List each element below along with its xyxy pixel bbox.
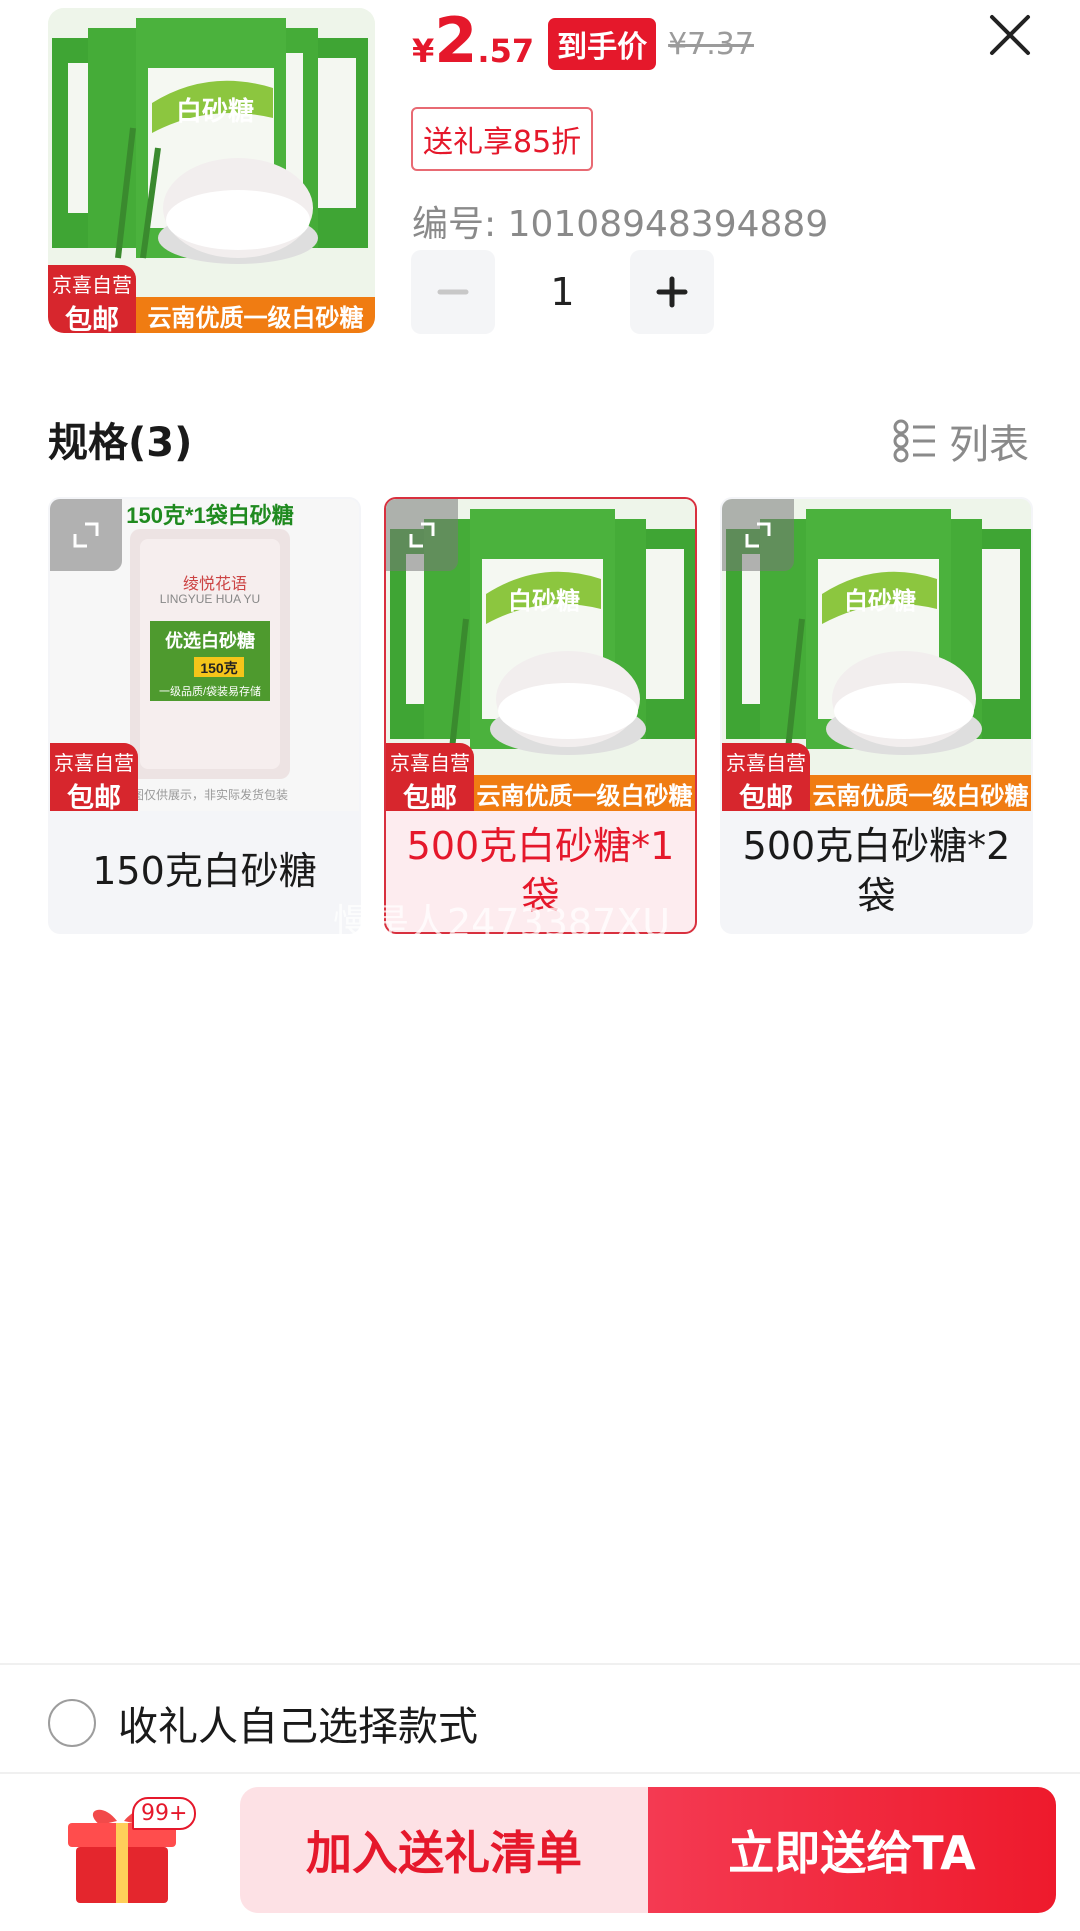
expand-image-button[interactable]	[386, 499, 458, 571]
bag-label: 白砂糖	[176, 96, 254, 126]
action-buttons: 加入送礼清单 立即送给TA	[240, 1787, 1056, 1913]
spec-option-500g-2bags[interactable]: 白砂糖 京喜自营 包邮 云南优质一级白砂糖 500克白砂糖*2袋	[720, 497, 1033, 934]
sku-number: 编号: 10108948394889	[412, 204, 829, 245]
pouch-title: 优选白砂糖	[165, 630, 255, 651]
close-button[interactable]	[975, 0, 1045, 70]
product-thumbnail[interactable]: 白砂糖 京喜自营 包邮 云南优质一级白砂糖	[48, 8, 375, 333]
recipient-choose-option[interactable]: 收礼人自己选择款式	[48, 1694, 478, 1752]
pouch-brand: 绫悦花语	[183, 575, 247, 593]
add-to-gift-list-button[interactable]: 加入送礼清单	[240, 1787, 648, 1913]
expand-image-button[interactable]	[50, 499, 122, 571]
final-price-tag: 到手价	[548, 18, 657, 70]
jd-self-operated-badge: 京喜自营 包邮	[50, 743, 138, 811]
divider	[0, 1772, 1080, 1774]
quantity-value[interactable]: 1	[518, 270, 608, 314]
pouch-disclaimer: 图仅供展示，非实际发货包装	[132, 787, 288, 802]
bag-label: 白砂糖	[508, 587, 580, 615]
spec-label: 500克白砂糖*2袋	[742, 824, 1011, 918]
expand-icon	[409, 522, 435, 548]
pouch-brand-en: LINGYUE HUA YU	[160, 592, 260, 606]
list-view-icon	[893, 419, 935, 463]
quantity-stepper: 1	[411, 250, 714, 334]
price-row: ¥ 2 .57 到手价 ¥7.37	[412, 10, 754, 90]
original-price: ¥7.37	[668, 27, 754, 62]
price-decimal: .57	[477, 32, 535, 70]
price-integer: 2	[434, 4, 478, 77]
spec-image-500g-2bags: 白砂糖 京喜自营 包邮 云南优质一级白砂糖	[722, 499, 1031, 811]
bag-label: 白砂糖	[844, 587, 916, 615]
spec-option-150g[interactable]: 图仅供展示，非实际发货包装 LINGYUE HUA YU 绫悦花语 优选白砂糖 …	[48, 497, 361, 934]
price-currency: ¥	[412, 32, 435, 70]
decrease-button[interactable]	[411, 250, 495, 334]
spec-label: 150克白砂糖	[92, 848, 317, 893]
product-banner: 云南优质一级白砂糖	[136, 297, 375, 333]
pouch-top-text: 150克*1袋白砂糖	[126, 503, 294, 528]
minus-icon	[437, 289, 469, 295]
close-icon	[990, 15, 1030, 55]
jd-self-operated-badge: 京喜自营 包邮	[48, 265, 136, 333]
expand-icon	[73, 522, 99, 548]
spec-title: 规格(3)	[48, 420, 193, 466]
expand-icon	[745, 522, 771, 548]
product-banner: 云南优质一级白砂糖	[810, 775, 1031, 811]
radio-unchecked-icon[interactable]	[48, 1699, 96, 1747]
expand-image-button[interactable]	[722, 499, 794, 571]
pouch-subtitle: 一级品质/袋装易存储	[159, 684, 261, 698]
list-view-toggle[interactable]: 列表	[893, 412, 1029, 470]
jd-self-operated-badge: 京喜自营 包邮	[386, 743, 474, 811]
jd-self-operated-badge: 京喜自营 包邮	[722, 743, 810, 811]
gift-list-count-badge: 99+	[132, 1797, 197, 1830]
send-now-button[interactable]: 立即送给TA	[648, 1787, 1056, 1913]
spec-image-500g-1bag: 白砂糖 京喜自营 包邮 云南优质一级白砂糖	[386, 499, 695, 811]
gift-discount-badge: 送礼享85折	[411, 107, 594, 171]
product-banner: 云南优质一级白砂糖	[474, 775, 695, 811]
increase-button[interactable]	[630, 250, 714, 334]
pouch-weight: 150克	[200, 660, 237, 676]
spec-image-150g: 图仅供展示，非实际发货包装 LINGYUE HUA YU 绫悦花语 优选白砂糖 …	[50, 499, 359, 811]
divider	[0, 1663, 1080, 1665]
watermark: 慢是人2473387XU	[333, 901, 671, 945]
list-view-label: 列表	[949, 422, 1029, 468]
plus-icon	[656, 276, 688, 308]
recipient-choose-label: 收礼人自己选择款式	[118, 1704, 478, 1750]
spec-option-500g-1bag[interactable]: 白砂糖 京喜自营 包邮 云南优质一级白砂糖 500克白砂糖*1袋	[384, 497, 697, 934]
